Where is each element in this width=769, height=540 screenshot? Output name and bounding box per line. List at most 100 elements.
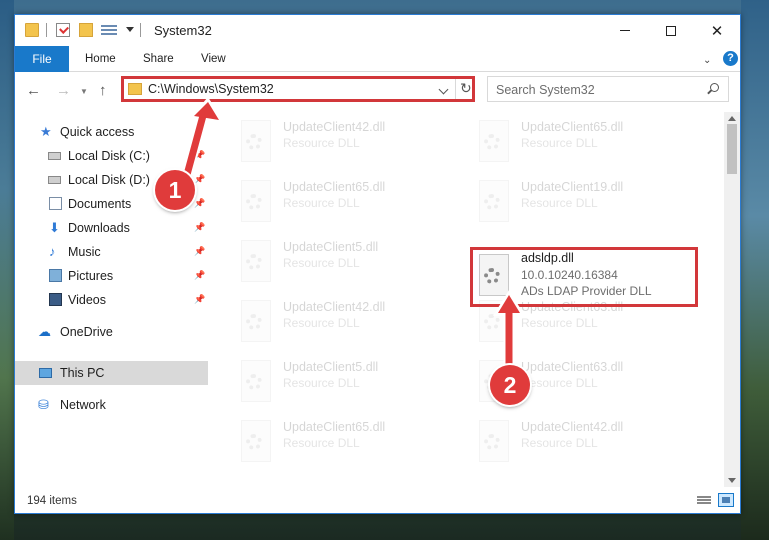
item-count: 194 items [27,495,77,507]
file-name: UpdateClient42.dll [283,120,386,134]
nav-item-videos[interactable]: Videos 📌 [15,288,208,312]
dll-file-icon [239,300,273,342]
ribbon-tabs: File Home Share View ⌄ ? [15,46,740,72]
pin-icon[interactable]: 📌 [194,246,205,257]
close-button[interactable]: ✕ [694,15,740,46]
pictures-icon [49,269,62,282]
minimize-button[interactable] [602,15,648,46]
file-type: Resource DLL [283,376,360,390]
pin-icon[interactable]: 📌 [194,174,205,185]
nav-item-label: Local Disk (D:) [68,173,150,187]
file-type: Resource DLL [283,436,360,450]
details-view-icon[interactable] [697,495,711,507]
ribbon-expand-icon[interactable]: ⌄ [703,55,711,66]
file-item[interactable]: UpdateClient63.dll Resource DLL [448,352,688,412]
dll-file-icon [239,180,273,222]
scroll-up-icon[interactable] [728,116,736,121]
nav-item-label: Videos [68,293,106,307]
file-name: UpdateClient19.dll [521,180,624,194]
tab-share[interactable]: Share [143,53,174,65]
pin-icon[interactable]: 📌 [194,270,205,281]
up-arrow-icon[interactable]: ↑ [99,82,107,99]
file-name: UpdateClient42.dll [521,420,624,434]
file-type: Resource DLL [283,316,360,330]
pin-icon[interactable]: 📌 [194,222,205,233]
nav-item-label: Local Disk (C:) [68,149,150,163]
toolbar-divider [140,23,141,37]
file-type: Resource DLL [521,316,598,330]
nav-item-this-pc[interactable]: This PC [15,361,208,385]
minimize-icon [620,30,630,31]
network-icon: ⛁ [38,397,49,412]
file-item[interactable]: UpdateClient19.dll Resource DLL [448,172,688,232]
file-name: UpdateClient5.dll [283,240,379,254]
nav-item-label: This PC [60,366,105,380]
navigation-pane: ★ Quick access Local Disk (C:) 📌 Local D… [15,112,210,487]
dll-file-icon [477,180,511,222]
tab-home[interactable]: Home [85,53,116,65]
file-item[interactable]: UpdateClient65.dll Resource DLL [210,172,450,232]
customize-view-icon[interactable] [101,23,117,37]
quick-access-dropdown-icon[interactable] [126,27,134,32]
file-item[interactable]: UpdateClient65.dll Resource DLL [210,412,450,472]
pin-icon[interactable]: 📌 [194,198,205,209]
search-placeholder: Search System32 [496,83,595,97]
desktop-background-right [741,0,769,540]
vertical-scrollbar[interactable] [724,112,740,487]
file-name: UpdateClient65.dll [521,120,624,134]
nav-item-music[interactable]: ♪ Music 📌 [15,240,208,264]
scrollbar-thumb[interactable] [727,124,737,174]
music-icon: ♪ [49,244,56,259]
desktop-background-left [0,0,14,540]
nav-item-label: Quick access [60,125,135,139]
nav-item-quick-access[interactable]: ★ Quick access [15,120,208,144]
nav-item-label: Network [60,398,106,412]
file-type: Resource DLL [521,436,598,450]
step-1-badge: 1 [155,170,195,210]
maximize-button[interactable] [648,15,694,46]
computer-icon [39,368,52,378]
file-type: Resource DLL [283,196,360,210]
nav-item-onedrive[interactable]: ☁ OneDrive [15,320,208,344]
search-input[interactable]: Search System32 [487,76,729,102]
scroll-down-icon[interactable] [728,478,736,483]
pin-icon[interactable]: 📌 [194,294,205,305]
properties-icon[interactable] [56,23,70,37]
tab-file[interactable]: File [15,46,69,72]
nav-item-downloads[interactable]: ⬇ Downloads 📌 [15,216,208,240]
dll-file-icon [239,120,273,162]
file-type: Resource DLL [521,136,598,150]
file-item[interactable]: UpdateClient5.dll Resource DLL [210,352,450,412]
drive-icon [48,176,61,184]
pin-icon[interactable]: 📌 [194,150,205,161]
tiles-view-icon[interactable] [718,493,734,507]
new-folder-icon[interactable] [79,23,93,37]
nav-item-network[interactable]: ⛁ Network [15,393,208,417]
nav-item-pictures[interactable]: Pictures 📌 [15,264,208,288]
file-list: UpdateClient42.dll Resource DLL UpdateCl… [210,112,724,487]
star-icon: ★ [40,124,52,139]
tab-view[interactable]: View [201,53,226,65]
address-bar-highlight [121,76,475,102]
step-2-badge: 2 [490,365,530,405]
nav-item-label: OneDrive [60,325,113,339]
file-item[interactable]: UpdateClient42.dll Resource DLL [210,292,450,352]
file-item[interactable]: UpdateClient65.dll Resource DLL [448,112,688,172]
file-name: UpdateClient65.dll [283,180,386,194]
file-type: Resource DLL [283,136,360,150]
search-icon[interactable] [710,83,719,92]
nav-item-local-disk-c[interactable]: Local Disk (C:) 📌 [15,144,208,168]
help-icon[interactable]: ? [723,51,738,66]
back-arrow-icon[interactable]: ← [26,82,41,99]
nav-item-label: Music [68,245,101,259]
forward-arrow-icon[interactable]: → [56,82,71,99]
cloud-icon: ☁ [38,324,51,339]
dll-file-icon [239,420,273,462]
dll-file-icon [477,420,511,462]
dll-file-icon [239,240,273,282]
file-item[interactable]: UpdateClient42.dll Resource DLL [448,412,688,472]
file-type: Resource DLL [521,196,598,210]
recent-locations-icon[interactable]: ▼ [80,87,88,96]
file-item[interactable]: UpdateClient5.dll Resource DLL [210,232,450,292]
file-item[interactable]: UpdateClient42.dll Resource DLL [210,112,450,172]
